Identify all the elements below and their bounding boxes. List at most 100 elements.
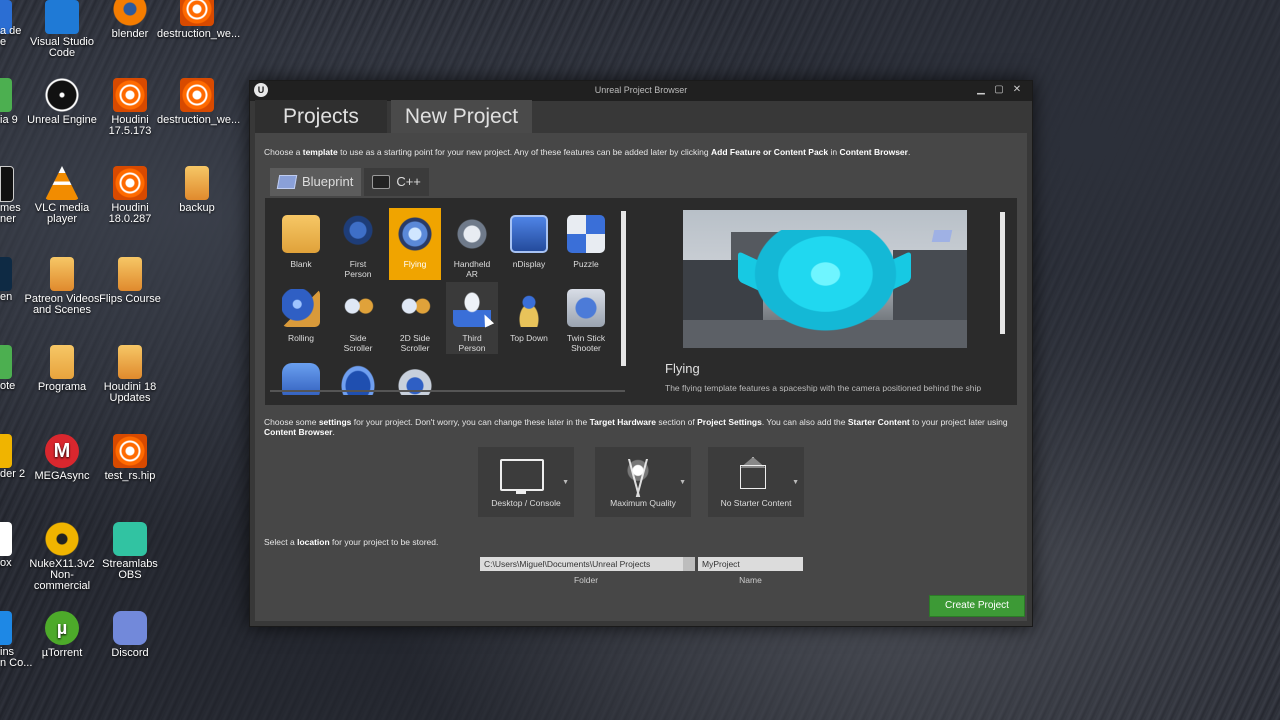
- template-twin-stick-shooter[interactable]: Twin Stick Shooter: [560, 282, 612, 354]
- partial-icon[interactable]: [0, 345, 12, 379]
- desktop-icon-destruction-1[interactable]: destruction_we...: [157, 0, 241, 40]
- template-label: nDisplay: [512, 259, 546, 269]
- partial-icon[interactable]: [0, 434, 12, 468]
- tab-new-project[interactable]: New Project: [390, 100, 533, 133]
- handheld-ar-template-icon: [453, 215, 491, 253]
- chevron-down-icon: ▼: [679, 479, 686, 486]
- blender-icon: [113, 0, 147, 26]
- partial-label: mes ner: [0, 202, 21, 225]
- partial-label: ox: [0, 557, 12, 569]
- template-rolling[interactable]: Rolling: [275, 282, 327, 354]
- quality-plant-icon: [617, 459, 659, 497]
- side-scroller-template-icon: [339, 289, 377, 327]
- template-label: Side Scroller: [343, 333, 373, 353]
- template-label: First Person: [344, 259, 372, 279]
- vscode-icon: [45, 0, 79, 34]
- ndisplay-template-icon: [510, 215, 548, 253]
- starter-content-dropdown[interactable]: ▼ No Starter Content: [708, 447, 804, 517]
- new-project-content: Choose a template to use as a starting p…: [255, 133, 1027, 621]
- tab-blueprint[interactable]: Blueprint: [270, 168, 362, 196]
- project-name-input[interactable]: [698, 557, 803, 571]
- browse-folder-button[interactable]: [683, 557, 695, 571]
- houdini-icon: [180, 78, 214, 112]
- location-intro-text: Select a location for your project to be…: [264, 537, 439, 547]
- template-ndisplay[interactable]: nDisplay: [503, 208, 555, 280]
- desktop-icon-backup[interactable]: backup: [157, 166, 237, 214]
- desktop-icon-flips-course[interactable]: Flips Course: [90, 257, 170, 305]
- first-person-template-icon: [339, 215, 377, 253]
- preview-scrollbar[interactable]: [1000, 212, 1005, 334]
- tab-cpp[interactable]: C++: [364, 168, 429, 196]
- template-puzzle[interactable]: Puzzle: [560, 208, 612, 280]
- template-label: Flying: [403, 259, 427, 269]
- desktop-icon-label: Discord: [111, 647, 149, 659]
- template-intro-text: Choose a template to use as a starting p…: [264, 147, 911, 157]
- twin-stick-shooter-template-icon: [567, 289, 605, 327]
- template-flying[interactable]: Flying: [389, 208, 441, 280]
- template-handheld-ar[interactable]: Handheld AR: [446, 208, 498, 280]
- partial-label: der 2: [0, 468, 26, 480]
- main-tabs: Projects New Project: [255, 100, 533, 133]
- cpp-icon: [372, 175, 391, 189]
- desktop-icon-label: Visual Studio Code: [29, 36, 94, 59]
- target-hardware-dropdown[interactable]: ▼ Desktop / Console: [478, 447, 574, 517]
- create-project-button[interactable]: Create Project: [929, 595, 1025, 617]
- graphics-quality-dropdown[interactable]: ▼ Maximum Quality: [595, 447, 691, 517]
- setting-label: Maximum Quality: [610, 498, 676, 508]
- partial-icon[interactable]: [0, 522, 12, 556]
- utorrent-icon: µ: [45, 611, 79, 645]
- template-divider: [270, 390, 625, 392]
- template-blank[interactable]: Blank: [275, 208, 327, 280]
- blueprint-icon: [276, 175, 298, 189]
- template-first-person[interactable]: First Person: [332, 208, 384, 280]
- tab-projects[interactable]: Projects: [255, 100, 387, 133]
- desktop-icon-label: Flips Course: [99, 293, 161, 305]
- partial-icon[interactable]: [0, 78, 12, 112]
- template-label: Rolling: [288, 333, 314, 343]
- template-scrollbar[interactable]: [621, 211, 626, 366]
- template-grid: Blank First Person Flying Handheld AR nD…: [270, 207, 620, 395]
- partial-label: ote: [0, 380, 16, 392]
- folder-icon: [50, 345, 74, 379]
- desktop-icon-streamlabs[interactable]: Streamlabs OBS: [90, 522, 170, 581]
- partial-label: a de e: [0, 25, 22, 48]
- top-down-template-icon: [510, 289, 548, 327]
- template-side-scroller[interactable]: Side Scroller: [332, 282, 384, 354]
- houdini-icon: [113, 78, 147, 112]
- unreal-engine-icon: [45, 78, 79, 112]
- window-controls: ▁ ▢ ✕: [974, 83, 1024, 97]
- houdini-icon: [113, 434, 147, 468]
- language-tabs: Blueprint C++: [270, 168, 429, 196]
- partial-icon[interactable]: [0, 166, 14, 202]
- blank-template-icon: [282, 215, 320, 253]
- minimize-button[interactable]: ▁: [974, 83, 988, 97]
- template-panel: Blank First Person Flying Handheld AR nD…: [265, 198, 1017, 405]
- template-top-down[interactable]: Top Down: [503, 282, 555, 354]
- title-bar[interactable]: U Unreal Project Browser ▁ ▢ ✕: [250, 81, 1032, 101]
- maximize-button[interactable]: ▢: [992, 83, 1006, 97]
- template-label: Puzzle: [573, 259, 599, 269]
- discord-icon: [113, 611, 147, 645]
- partial-icon[interactable]: [0, 257, 12, 291]
- partial-icon[interactable]: [0, 611, 12, 645]
- rolling-template-icon: [282, 289, 320, 327]
- desktop-icon-destruction-2[interactable]: destruction_we...: [157, 78, 241, 126]
- desktop-icon-label: destruction_we...: [157, 28, 241, 40]
- houdini-icon: [113, 166, 147, 200]
- template-2d-side-scroller[interactable]: 2D Side Scroller: [389, 282, 441, 354]
- folder-path-input[interactable]: [480, 557, 692, 571]
- puzzle-template-icon: [567, 215, 605, 253]
- tab-cpp-label: C++: [396, 174, 421, 189]
- nuke-icon: [45, 522, 79, 556]
- settings-intro-text: Choose some settings for your project. D…: [264, 417, 1008, 437]
- desktop-icon-label: destruction_we...: [157, 114, 241, 126]
- desktop-icon-houdini-18-updates[interactable]: Houdini 18 Updates: [90, 345, 170, 404]
- box-icon: [740, 465, 766, 489]
- desktop-icon-discord[interactable]: Discord: [90, 611, 170, 659]
- desktop-icon-test-rs[interactable]: test_rs.hip: [90, 434, 170, 482]
- close-button[interactable]: ✕: [1010, 83, 1024, 97]
- template-label: Blank: [290, 259, 312, 269]
- blueprint-flag-icon: [931, 230, 953, 242]
- project-browser-window: U Unreal Project Browser ▁ ▢ ✕ Projects …: [249, 80, 1033, 627]
- template-label: Twin Stick Shooter: [566, 333, 606, 353]
